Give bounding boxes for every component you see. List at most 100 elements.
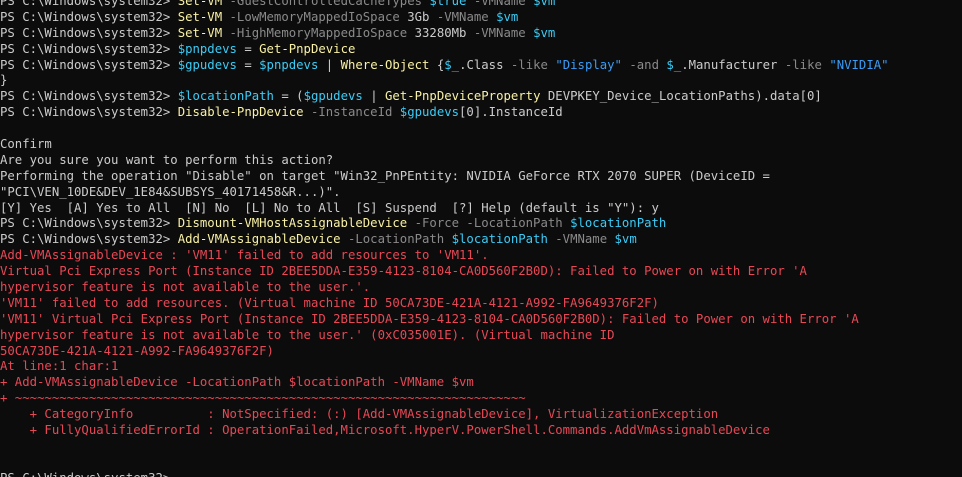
terminal-line: At line:1 char:1	[0, 359, 962, 375]
terminal-line: PS C:\Windows\system32> Add-VMAssignable…	[0, 232, 962, 248]
terminal-text-segment: $locationPath	[570, 216, 667, 231]
terminal-text-segment: -LowMemoryMappedIoSpace	[222, 9, 408, 24]
terminal-text-segment: $vm	[533, 25, 556, 40]
terminal-text-segment: [Y] Yes [A] Yes to All [N] No [L] No to …	[0, 200, 659, 215]
terminal-text-segment: -VMName	[466, 0, 534, 8]
terminal-line: 50CA73DE-421A-4121-A992-FA9649376F2F)	[0, 344, 962, 360]
terminal-text-segment: 33280Mb	[414, 25, 467, 40]
terminal-text-segment: Confirm	[0, 137, 52, 152]
terminal-text-segment: Disable-PnpDevice	[177, 105, 304, 120]
terminal-text-segment: -VMName	[429, 9, 497, 24]
terminal-text-segment: PS C:\Windows\system32>	[0, 105, 178, 120]
terminal-text-segment: = (	[273, 89, 304, 104]
terminal-text-segment: .Class	[459, 57, 511, 72]
terminal-text-segment: PS C:\Windows\system32>	[0, 89, 178, 104]
terminal-line: PS C:\Windows\system32> Disable-PnpDevic…	[0, 105, 962, 121]
terminal-text-segment: $vm	[496, 9, 519, 24]
terminal-text-segment: PS C:\Windows\system32>	[0, 471, 178, 477]
terminal-text-segment: -GuestControlledCacheTypes	[222, 0, 430, 8]
terminal-text-segment: |	[318, 57, 341, 72]
terminal-output: PS C:\Windows\system32> Set-VM -GuestCon…	[0, 0, 962, 477]
terminal-text-segment: }	[0, 73, 8, 88]
terminal-text-segment: + CategoryInfo : NotSpecified: (:) [Add-…	[0, 407, 719, 422]
terminal-text-segment: $pnpdevs	[177, 41, 237, 56]
terminal-text-segment: [0].InstanceId	[459, 105, 563, 120]
cursor-icon	[178, 471, 185, 477]
terminal-text-segment: At line:1 char:1	[0, 359, 119, 374]
terminal-text-segment: =	[236, 41, 260, 56]
terminal-text-segment: Get-PnpDevice	[259, 41, 356, 56]
terminal-text-segment: -VMName	[547, 232, 615, 247]
terminal-line: Virtual Pci Express Port (Instance ID 2B…	[0, 264, 962, 280]
terminal-line: Performing the operation "Disable" on ta…	[0, 169, 962, 185]
terminal-text-segment: Performing the operation "Disable" on ta…	[0, 168, 770, 183]
terminal-text-segment: PS C:\Windows\system32>	[0, 232, 178, 247]
terminal-line: + Add-VMAssignableDevice -LocationPath $…	[0, 375, 962, 391]
terminal-text-segment: PS C:\Windows\system32>	[0, 41, 178, 56]
terminal-line: [Y] Yes [A] Yes to All [N] No [L] No to …	[0, 201, 962, 217]
terminal-text-segment: PS C:\Windows\system32>	[0, 216, 178, 231]
terminal-text-segment: $vm	[533, 0, 556, 8]
terminal-line: 'VM11' Virtual Pci Express Port (Instanc…	[0, 312, 962, 328]
terminal-text-segment: Virtual Pci Express Port (Instance ID 2B…	[0, 264, 807, 279]
terminal-text-segment: + FullyQualifiedErrorId : OperationFaile…	[0, 423, 770, 438]
terminal-line: Are you sure you want to perform this ac…	[0, 153, 962, 169]
terminal-text-segment: $pnpdevs	[259, 57, 319, 72]
terminal-text-segment: $gpudevs	[177, 57, 237, 72]
terminal-line: Add-VMAssignableDevice : 'VM11' failed t…	[0, 248, 962, 264]
terminal-text-segment: Set-VM	[177, 25, 223, 40]
terminal-text-segment: PS C:\Windows\system32>	[0, 9, 178, 24]
terminal-line: PS C:\Windows\system32>	[0, 471, 962, 477]
terminal-text-segment: Set-VM	[177, 0, 223, 8]
terminal-line: + FullyQualifiedErrorId : OperationFaile…	[0, 423, 962, 439]
terminal-text-segment: -like	[510, 57, 548, 72]
terminal-text-segment: -like	[784, 57, 822, 72]
terminal-text-segment: Add-VMAssignableDevice : 'VM11' failed t…	[0, 248, 489, 263]
terminal-text-segment: $_	[444, 57, 460, 72]
terminal-text-segment: PS C:\Windows\system32>	[0, 57, 178, 72]
terminal-text-segment: |	[362, 89, 386, 104]
terminal-line: PS C:\Windows\system32> $pnpdevs = Get-P…	[0, 42, 962, 58]
terminal-text-segment: PS C:\Windows\system32>	[0, 0, 178, 8]
terminal-text-segment: Are you sure you want to perform this ac…	[0, 152, 334, 167]
terminal-text-segment: hypervisor feature is not available to t…	[0, 327, 615, 342]
terminal-line: PS C:\Windows\system32> Set-VM -LowMemor…	[0, 10, 962, 26]
terminal-text-segment: $locationPath	[451, 232, 548, 247]
terminal-line: PS C:\Windows\system32> $gpudevs = $pnpd…	[0, 58, 962, 74]
terminal-line: PS C:\Windows\system32> Set-VM -GuestCon…	[0, 0, 962, 10]
terminal-text-segment: Get-PnpDeviceProperty	[385, 89, 541, 104]
terminal-text-segment: + ~~~~~~~~~~~~~~~~~~~~~~~~~~~~~~~~~~~~~~…	[0, 391, 526, 406]
terminal-line: PS C:\Windows\system32> Set-VM -HighMemo…	[0, 26, 962, 42]
terminal-line: 'VM11' failed to add resources. (Virtual…	[0, 296, 962, 312]
terminal-text-segment: + Add-VMAssignableDevice -LocationPath $…	[0, 375, 474, 390]
terminal-text-segment: $locationPath	[177, 89, 274, 104]
terminal-text-segment: $vm	[614, 232, 637, 247]
terminal-text-segment: hypervisor feature is not available to t…	[0, 280, 371, 295]
powershell-terminal[interactable]: PS C:\Windows\system32> Set-VM -GuestCon…	[0, 0, 962, 477]
terminal-line: hypervisor feature is not available to t…	[0, 280, 962, 296]
terminal-text-segment: 50CA73DE-421A-4121-A992-FA9649376F2F)	[0, 343, 274, 358]
terminal-text-segment: -InstanceId	[303, 105, 400, 120]
terminal-text-segment: Add-VMAssignableDevice	[177, 232, 341, 247]
terminal-text-segment: "NVIDIA"	[829, 57, 889, 72]
terminal-text-segment: "PCI\VEN_10DE&DEV_1E84&SUBSYS_40171458&R…	[0, 184, 341, 199]
terminal-text-segment: -Force -LocationPath	[407, 216, 571, 231]
terminal-text-segment: Where-Object	[340, 57, 430, 72]
terminal-text-segment: $gpudevs	[399, 105, 460, 120]
terminal-text-segment: 'VM11' failed to add resources. (Virtual…	[0, 295, 659, 310]
terminal-text-segment: "Display"	[555, 57, 622, 72]
terminal-text-segment: PS C:\Windows\system32>	[0, 25, 178, 40]
terminal-line: Confirm	[0, 137, 962, 153]
terminal-line: }	[0, 73, 962, 89]
terminal-text-segment: 3Gb	[407, 9, 430, 24]
terminal-text-segment: -and	[629, 57, 659, 72]
terminal-text-segment: Set-VM	[177, 9, 223, 24]
terminal-line: + ~~~~~~~~~~~~~~~~~~~~~~~~~~~~~~~~~~~~~~…	[0, 391, 962, 407]
terminal-line: "PCI\VEN_10DE&DEV_1E84&SUBSYS_40171458&R…	[0, 185, 962, 201]
terminal-line: PS C:\Windows\system32> Dismount-VMHostA…	[0, 216, 962, 232]
terminal-line: hypervisor feature is not available to t…	[0, 328, 962, 344]
terminal-text-segment: {	[429, 57, 445, 72]
